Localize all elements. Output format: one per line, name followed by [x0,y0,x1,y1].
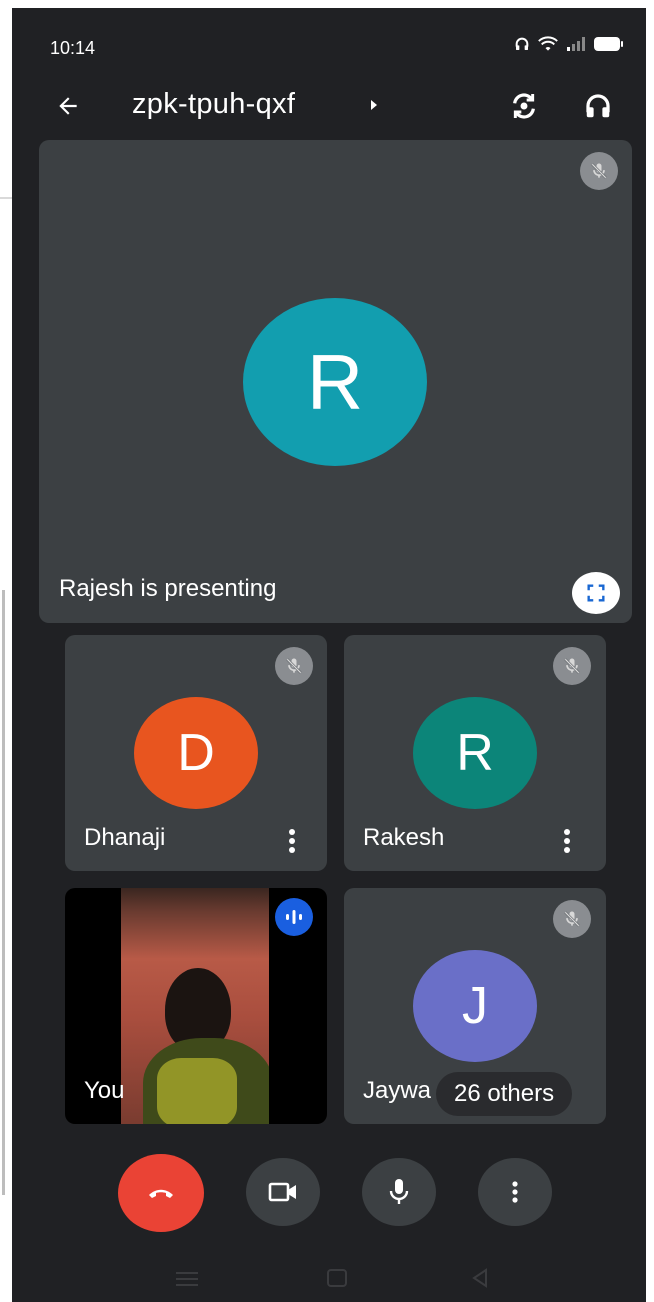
mic-off-icon [286,658,302,674]
participant-initial: R [456,724,494,782]
muted-indicator [275,647,313,685]
participant-tile[interactable]: R Rakesh [344,635,606,871]
muted-indicator [553,647,591,685]
switch-camera-icon [513,93,535,119]
participant-name: You [84,1077,125,1104]
more-vert-icon [289,829,295,853]
participant-tile[interactable]: J Jaywa 26 others [344,888,606,1124]
fullscreen-button[interactable] [572,572,620,614]
camera-toggle-button[interactable] [246,1158,320,1226]
nav-menu-button[interactable] [176,1272,198,1291]
status-time: 10:14 [50,38,96,58]
more-vert-icon [564,829,570,853]
end-call-button[interactable] [118,1154,204,1232]
participant-avatar: R [413,697,537,809]
participant-tile[interactable]: D Dhanaji [65,635,327,871]
muted-indicator [553,900,591,938]
participant-avatar: J [413,950,537,1062]
wifi-icon [538,36,558,51]
presenting-caption: Rajesh is presenting [59,575,277,602]
back-triangle-icon [472,1268,487,1288]
arrow-back-icon [59,97,77,115]
phone-screen: 10:14 zpk-tpuh-qxf R Rajesh is presentin… [12,8,646,1302]
participant-initial: J [462,977,488,1035]
participant-options-button[interactable] [552,821,582,861]
audio-output-button[interactable] [578,86,618,126]
more-vert-icon [512,1181,518,1203]
presenter-initial: R [306,337,364,426]
menu-lines-icon [176,1272,198,1286]
switch-camera-button[interactable] [504,86,544,126]
participant-name: Rakesh [363,824,445,851]
presenter-tile[interactable]: R Rajesh is presenting [39,140,632,623]
presenter-avatar: R [243,298,427,466]
participant-options-button[interactable] [277,821,307,861]
battery-icon [594,37,623,51]
top-app-bar: zpk-tpuh-qxf [12,78,646,140]
audio-level-icon [286,910,302,924]
more-options-button[interactable] [478,1158,552,1226]
nav-back-button[interactable] [470,1268,490,1293]
meeting-code[interactable]: zpk-tpuh-qxf [132,88,295,121]
caret-right-icon[interactable] [368,98,380,112]
nav-home-button[interactable] [326,1268,348,1293]
page-edge-tick [0,197,12,199]
self-video-tile[interactable]: You [65,888,327,1124]
participant-initial: D [177,724,215,782]
microphone-toggle-button[interactable] [362,1158,436,1226]
headphones-icon [586,94,610,118]
fullscreen-icon [587,584,605,602]
mic-off-icon [564,658,580,674]
page-scrollbar [2,590,5,1195]
mic-off-icon [591,163,607,179]
status-bar: 10:14 [12,8,646,78]
headset-status-icon [515,37,529,50]
muted-indicator [580,152,618,190]
status-icons [514,36,624,52]
back-button[interactable] [48,86,88,126]
video-camera-icon [268,1182,296,1202]
mic-off-icon [564,911,580,927]
self-camera-feed [121,888,269,1124]
speaking-indicator [275,898,313,936]
signal-icon [567,37,585,51]
microphone-icon [389,1179,409,1204]
home-square-icon [327,1269,347,1287]
participant-name: Dhanaji [84,824,166,851]
others-chip[interactable]: 26 others [436,1072,573,1116]
others-count-label: 26 others [454,1080,555,1107]
participant-avatar: D [134,697,258,809]
clothing-highlight [157,1058,237,1124]
participant-name: Jaywa [363,1077,432,1104]
end-call-icon [149,1189,173,1198]
